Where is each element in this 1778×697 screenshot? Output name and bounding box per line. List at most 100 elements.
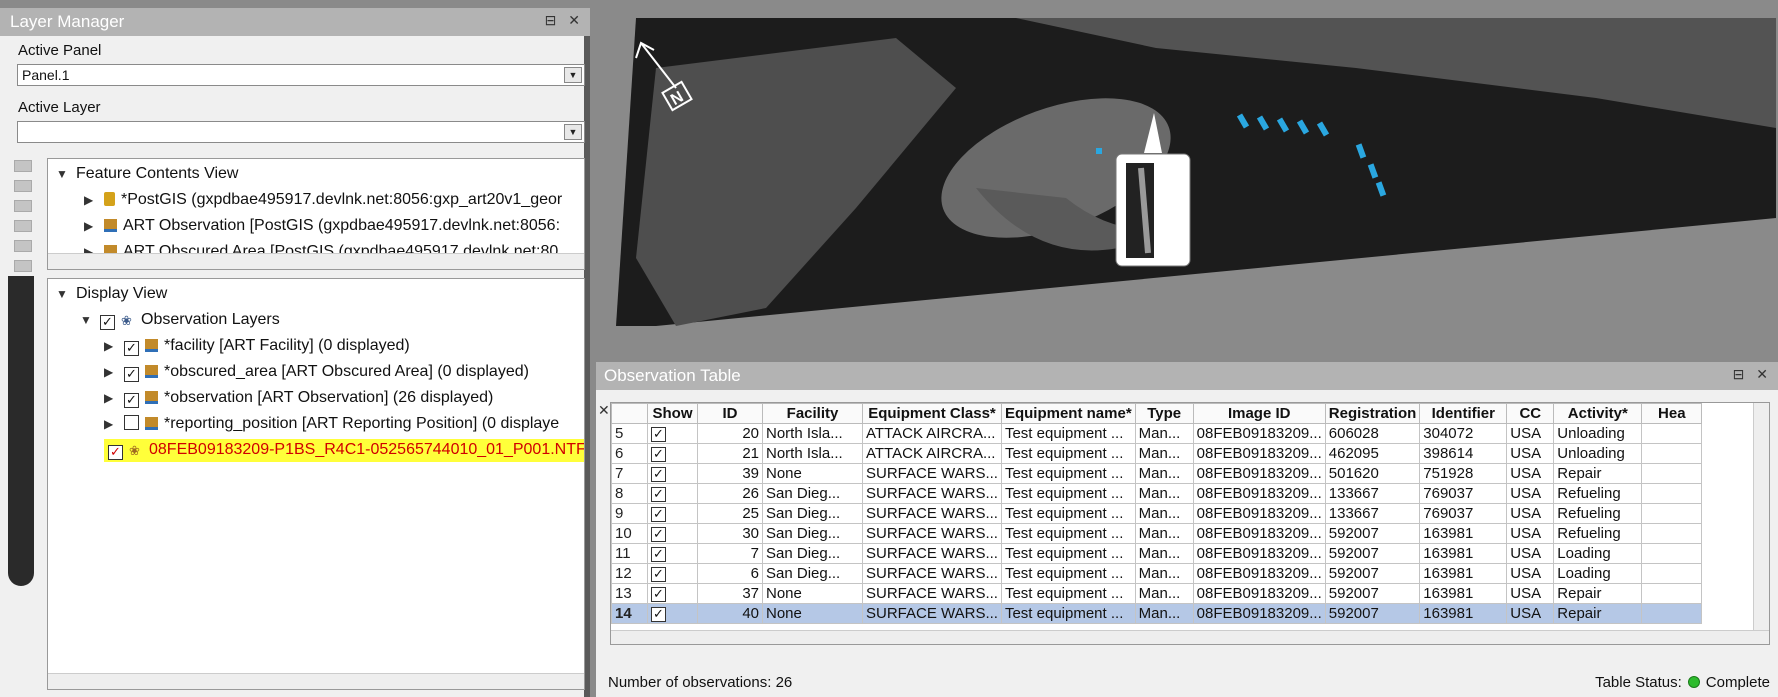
cell-type[interactable]: Man... (1134, 583, 1194, 604)
cell-eq-name[interactable]: Test equipment ... (1000, 543, 1136, 564)
cell-facility[interactable]: None (762, 463, 863, 484)
show-cell[interactable]: ✓ (647, 603, 698, 624)
tool-copy-icon[interactable] (14, 180, 32, 192)
column-header[interactable]: Facility (762, 403, 863, 424)
cell-eq-name[interactable]: Test equipment ... (1000, 463, 1136, 484)
tool-add-icon[interactable] (14, 160, 32, 172)
cell-heading[interactable] (1641, 503, 1703, 524)
cell-type[interactable]: Man... (1134, 463, 1194, 484)
cell-identifier[interactable]: 769037 (1419, 483, 1508, 504)
show-checkbox[interactable]: ✓ (651, 427, 666, 442)
cell-id[interactable]: 21 (697, 443, 763, 464)
cell-heading[interactable] (1641, 563, 1703, 584)
column-header[interactable]: Hea (1641, 403, 1703, 424)
cell-eq-class[interactable]: SURFACE WARS... (862, 563, 1002, 584)
row-number[interactable]: 8 (611, 483, 648, 504)
show-checkbox[interactable]: ✓ (651, 467, 666, 482)
show-checkbox[interactable]: ✓ (651, 507, 666, 522)
cell-heading[interactable] (1641, 523, 1703, 544)
cell-heading[interactable] (1641, 483, 1703, 504)
checkbox[interactable]: ✓ (108, 445, 123, 460)
display-layer-item[interactable]: ▶ ✓ *facility [ART Facility] (0 displayed) (104, 337, 410, 356)
table-row[interactable]: 9 ✓ 25 San Dieg... SURFACE WARS... Test equip… (611, 503, 1703, 524)
cell-image-id[interactable]: 08FEB09183209... (1192, 583, 1326, 604)
show-checkbox[interactable]: ✓ (651, 607, 666, 622)
vertical-scrollbar[interactable] (1753, 403, 1769, 644)
cell-activity[interactable]: Loading (1553, 563, 1643, 584)
column-header[interactable]: Equipment name* (1000, 403, 1136, 424)
show-checkbox[interactable]: ✓ (651, 567, 666, 582)
row-number[interactable]: 11 (611, 543, 648, 564)
cell-heading[interactable] (1641, 543, 1703, 564)
chevron-right-icon[interactable]: ▶ (104, 339, 124, 353)
cell-image-id[interactable]: 08FEB09183209... (1192, 543, 1326, 564)
table-row[interactable]: 10 ✓ 30 San Dieg... SURFACE WARS... Test equi… (611, 523, 1703, 544)
row-number[interactable]: 7 (611, 463, 648, 484)
cell-heading[interactable] (1641, 423, 1703, 444)
cell-registration[interactable]: 592007 (1324, 603, 1421, 624)
cell-image-id[interactable]: 08FEB09183209... (1192, 483, 1326, 504)
cell-identifier[interactable]: 751928 (1419, 463, 1508, 484)
chevron-right-icon[interactable]: ▶ (104, 365, 124, 379)
cell-facility[interactable]: San Dieg... (762, 503, 863, 524)
cell-cc[interactable]: USA (1506, 583, 1555, 604)
chevron-down-icon[interactable]: ▼ (80, 313, 100, 327)
cell-eq-name[interactable]: Test equipment ... (1000, 423, 1136, 444)
cell-identifier[interactable]: 163981 (1419, 563, 1508, 584)
cell-registration[interactable]: 501620 (1324, 463, 1421, 484)
cell-cc[interactable]: USA (1506, 563, 1555, 584)
checkbox[interactable]: ✓ (100, 315, 115, 330)
cell-cc[interactable]: USA (1506, 463, 1555, 484)
cell-heading[interactable] (1641, 603, 1703, 624)
row-number[interactable]: 14 (611, 603, 648, 624)
cell-facility[interactable]: San Dieg... (762, 483, 863, 504)
chevron-right-icon[interactable]: ▶ (104, 417, 124, 431)
column-header[interactable]: Equipment Class* (862, 403, 1002, 424)
cell-cc[interactable]: USA (1506, 423, 1555, 444)
cell-identifier[interactable]: 769037 (1419, 503, 1508, 524)
cell-id[interactable]: 6 (697, 563, 763, 584)
tool-layers-icon[interactable] (14, 240, 32, 252)
cell-identifier[interactable]: 163981 (1419, 523, 1508, 544)
row-number[interactable]: 6 (611, 443, 648, 464)
table-row[interactable]: 6 ✓ 21 North Isla... ATTACK AIRCRA... Test eq… (611, 443, 1703, 464)
cell-facility[interactable]: North Isla... (762, 443, 863, 464)
column-header[interactable]: CC (1506, 403, 1555, 424)
cell-identifier[interactable]: 304072 (1419, 423, 1508, 444)
column-header[interactable]: Activity* (1553, 403, 1643, 424)
cell-registration[interactable]: 592007 (1324, 563, 1421, 584)
cell-registration[interactable]: 462095 (1324, 443, 1421, 464)
cell-image-id[interactable]: 08FEB09183209... (1192, 523, 1326, 544)
cell-image-id[interactable]: 08FEB09183209... (1192, 603, 1326, 624)
cell-activity[interactable]: Refueling (1553, 523, 1643, 544)
cell-cc[interactable]: USA (1506, 603, 1555, 624)
column-header[interactable]: Type (1134, 403, 1194, 424)
checkbox[interactable]: ✓ (124, 341, 139, 356)
feature-item[interactable]: ▶ *PostGIS (gxpdbae495917.devlnk.net:8056… (84, 191, 562, 209)
table-row[interactable]: 5 ✓ 20 North Isla... ATTACK AIRCRA... Test eq… (611, 423, 1703, 444)
observation-layers-group[interactable]: ▼ ✓ ❀ Observation Layers (80, 311, 280, 330)
cell-identifier[interactable]: 163981 (1419, 543, 1508, 564)
show-cell[interactable]: ✓ (647, 503, 698, 524)
show-cell[interactable]: ✓ (647, 523, 698, 544)
cell-cc[interactable]: USA (1506, 443, 1555, 464)
map-view[interactable]: N (596, 8, 1778, 326)
feature-item[interactable]: ▶ ART Observation [PostGIS (gxpdbae495917… (84, 217, 560, 235)
cell-id[interactable]: 20 (697, 423, 763, 444)
cell-activity[interactable]: Refueling (1553, 483, 1643, 504)
cell-facility[interactable]: San Dieg... (762, 543, 863, 564)
display-layer-item[interactable]: ▶ ✓ *observation [ART Observation] (26 dis… (104, 389, 493, 408)
checkbox[interactable] (124, 415, 139, 430)
cell-eq-name[interactable]: Test equipment ... (1000, 503, 1136, 524)
column-header[interactable]: Registration (1324, 403, 1421, 424)
horizontal-scrollbar[interactable] (611, 630, 1769, 644)
cell-id[interactable]: 37 (697, 583, 763, 604)
column-header[interactable]: Show (647, 403, 698, 424)
cell-eq-name[interactable]: Test equipment ... (1000, 563, 1136, 584)
show-cell[interactable]: ✓ (647, 443, 698, 464)
table-row[interactable]: 12 ✓ 6 San Dieg... SURFACE WARS... Test equip… (611, 563, 1703, 584)
chevron-right-icon[interactable]: ▶ (104, 391, 124, 405)
cell-activity[interactable]: Unloading (1553, 423, 1643, 444)
cell-facility[interactable]: None (762, 583, 863, 604)
show-cell[interactable]: ✓ (647, 543, 698, 564)
